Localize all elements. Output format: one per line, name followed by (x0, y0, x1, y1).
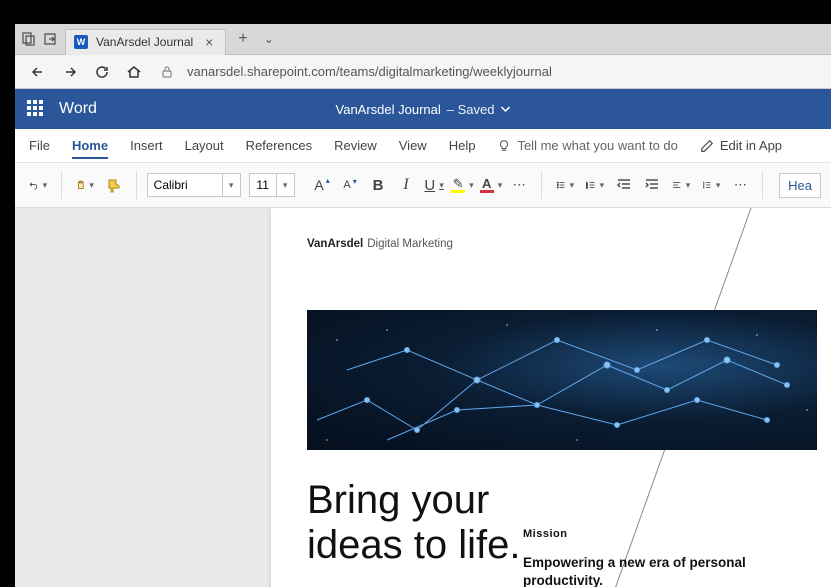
svg-text:3: 3 (586, 186, 588, 190)
tabs-menu-chevron-icon[interactable]: ⌄ (260, 32, 278, 46)
brand-subtitle: Digital Marketing (367, 238, 453, 250)
mission-block: Mission Empowering a new era of personal… (523, 528, 763, 587)
numbering-button[interactable]: 123▾ (582, 170, 608, 200)
separator (136, 171, 137, 199)
bold-button[interactable]: B (366, 170, 390, 200)
font-name-combo[interactable]: ▾ (147, 173, 241, 197)
tab-references[interactable]: References (246, 132, 312, 159)
app-name: Word (59, 100, 97, 118)
chevron-down-icon[interactable]: ▾ (276, 174, 294, 196)
separator (541, 171, 542, 199)
mission-label: Mission (523, 528, 763, 540)
tab-review[interactable]: Review (334, 132, 377, 159)
tell-me-search[interactable]: Tell me what you want to do (497, 138, 677, 153)
align-button[interactable]: ▾ (668, 170, 694, 200)
browser-window: W VanArsdel Journal × + ⌄ vanarsdel.shar… (15, 24, 831, 587)
more-font-button[interactable]: ⋯ (507, 170, 531, 200)
document-title-dropdown[interactable]: VanArsdel Journal – Saved (336, 102, 511, 117)
hero-image (307, 310, 817, 450)
tell-me-label: Tell me what you want to do (517, 138, 677, 153)
ribbon-toolbar: ▾ ▾ ▾ ▾ A▴ A▾ B I U▾ ✎▾ A▾ ⋯ ▾ 123▾ ▾ ▾ … (15, 163, 831, 208)
document-name: VanArsdel Journal (336, 102, 441, 117)
font-size-input[interactable] (250, 174, 276, 196)
lightbulb-icon (497, 139, 511, 153)
new-tab-button[interactable]: + (232, 30, 253, 48)
more-paragraph-button[interactable]: ⋯ (728, 170, 752, 200)
word-appbar: Word VanArsdel Journal – Saved (15, 89, 831, 129)
back-button[interactable] (29, 63, 47, 81)
tab-actions-icon[interactable] (21, 31, 37, 47)
chevron-down-icon (500, 104, 510, 114)
tab-file[interactable]: File (29, 132, 50, 159)
browser-navbar: vanarsdel.sharepoint.com/teams/digitalma… (15, 55, 831, 89)
styles-gallery[interactable]: Hea (779, 173, 821, 198)
decrease-indent-button[interactable] (612, 170, 636, 200)
document-canvas[interactable]: VanArsdel Digital Marketing (15, 208, 831, 587)
chevron-down-icon[interactable]: ▾ (222, 174, 240, 196)
tab-help[interactable]: Help (449, 132, 476, 159)
line-spacing-button[interactable]: ▾ (698, 170, 724, 200)
save-state: – Saved (447, 102, 495, 117)
address-bar[interactable]: vanarsdel.sharepoint.com/teams/digitalma… (157, 62, 817, 82)
tab-view[interactable]: View (399, 132, 427, 159)
app-launcher-icon[interactable] (27, 100, 45, 118)
pencil-icon (700, 139, 714, 153)
headline-line2: ideas to life. (307, 523, 520, 567)
highlight-button[interactable]: ✎▾ (450, 170, 475, 200)
document-page[interactable]: VanArsdel Digital Marketing (271, 208, 831, 587)
shrink-font-button[interactable]: A▾ (338, 170, 362, 200)
italic-button[interactable]: I (394, 170, 418, 200)
lock-icon (157, 62, 177, 82)
close-tab-icon[interactable]: × (201, 34, 217, 50)
headline-line1: Bring your (307, 478, 489, 522)
browser-titlebar: W VanArsdel Journal × + ⌄ (15, 24, 831, 55)
separator (61, 171, 62, 199)
forward-button[interactable] (61, 63, 79, 81)
brand-line: VanArsdel Digital Marketing (307, 238, 831, 250)
undo-button[interactable]: ▾ (25, 170, 51, 200)
refresh-button[interactable] (93, 63, 111, 81)
increase-indent-button[interactable] (640, 170, 664, 200)
font-color-button[interactable]: A▾ (479, 170, 504, 200)
tab-home[interactable]: Home (72, 132, 108, 159)
format-painter-button[interactable] (102, 170, 126, 200)
url-text: vanarsdel.sharepoint.com/teams/digitalma… (187, 64, 552, 79)
word-file-icon: W (74, 35, 88, 49)
edit-in-app-label: Edit in App (720, 138, 782, 153)
network-graphic (307, 310, 817, 450)
home-button[interactable] (125, 63, 143, 81)
tab-insert[interactable]: Insert (130, 132, 163, 159)
brand-name: VanArsdel (307, 238, 363, 250)
tab-layout[interactable]: Layout (185, 132, 224, 159)
tab-title: VanArsdel Journal (96, 35, 193, 49)
font-name-input[interactable] (148, 174, 222, 196)
set-aside-tabs-icon[interactable] (43, 31, 59, 47)
grow-font-button[interactable]: A▴ (310, 170, 334, 200)
mission-heading: Empowering a new era of personal product… (523, 554, 763, 587)
edit-in-app-button[interactable]: Edit in App (700, 138, 782, 153)
browser-tab[interactable]: W VanArsdel Journal × (65, 29, 226, 55)
font-size-combo[interactable]: ▾ (249, 173, 295, 197)
paste-button[interactable]: ▾ (72, 170, 98, 200)
ribbon-tabs: File Home Insert Layout References Revie… (15, 129, 831, 163)
underline-button[interactable]: U▾ (422, 170, 446, 200)
bullets-button[interactable]: ▾ (552, 170, 578, 200)
separator (762, 171, 763, 199)
